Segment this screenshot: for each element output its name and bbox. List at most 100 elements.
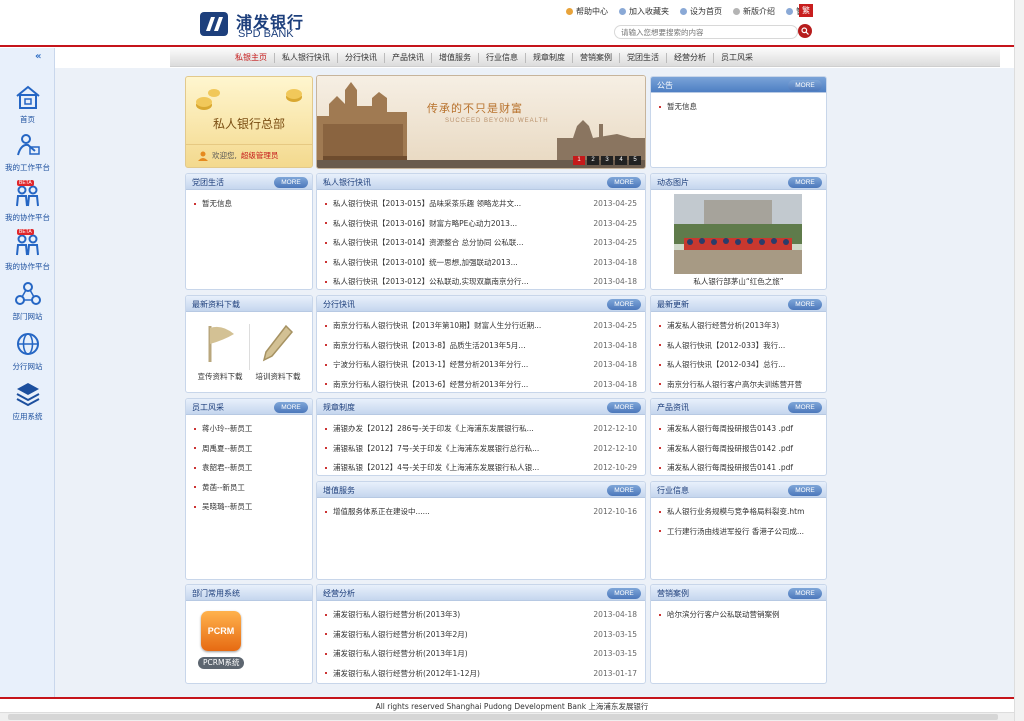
list-item[interactable]: 哈尔滨分行客户公私联动营销案例: [659, 605, 818, 625]
download-promo-label[interactable]: 宣传资料下载: [196, 371, 244, 382]
more-button[interactable]: MORE: [607, 485, 641, 496]
group-photo-image[interactable]: [674, 194, 802, 274]
list-item[interactable]: 周禹夏--新员工: [194, 439, 304, 459]
list-item-text[interactable]: 南京分行私人银行快讯【2013-6】经营分析2013年分行...: [333, 379, 585, 390]
list-item[interactable]: 私人银行快讯【2012-034】总行...: [659, 355, 818, 375]
carousel-page-button[interactable]: 1: [573, 156, 585, 165]
list-item[interactable]: 南京分行私人银行快讯【2013年第10期】财富人生分行近期... 2013-04-…: [325, 316, 637, 336]
list-item-text[interactable]: 周禹夏--新员工: [202, 443, 304, 454]
more-button[interactable]: MORE: [607, 177, 641, 188]
list-item[interactable]: 浦发银行私人银行经营分析(2013年3) 2013-04-18: [325, 605, 637, 625]
sidebar-item-branch-sites[interactable]: 分行网站: [0, 331, 55, 372]
list-item-text[interactable]: 黄菡--新员工: [202, 482, 304, 493]
banner-carousel[interactable]: 传承的不只是财富 SUCCEED BEYOND WEALTH 12345: [316, 75, 646, 169]
sidebar-item-home[interactable]: 首页: [0, 84, 55, 125]
list-item[interactable]: 蒋小玲--新员工: [194, 419, 304, 439]
nav-item[interactable]: 增值服务: [432, 52, 478, 63]
nav-item[interactable]: 分行快讯: [338, 52, 384, 63]
nav-item[interactable]: 规章制度: [526, 52, 572, 63]
horizontal-scrollbar[interactable]: [0, 712, 1014, 721]
list-item-text[interactable]: 吴晓璐--新员工: [202, 501, 304, 512]
list-item-text[interactable]: 私人银行快讯【2013-014】资源整合 总分协同 公私联...: [333, 237, 585, 248]
carousel-page-button[interactable]: 4: [615, 156, 627, 165]
welcome-username[interactable]: 超级管理员: [241, 150, 279, 161]
more-button[interactable]: MORE: [788, 588, 822, 599]
list-item[interactable]: 私人银行快讯【2013-014】资源整合 总分协同 公私联... 2013-04-…: [325, 233, 637, 253]
list-item[interactable]: 袁韶君--新员工: [194, 458, 304, 478]
nav-item[interactable]: 党团生活: [620, 52, 666, 63]
sidebar-item-collab-2[interactable]: BETA 我的协作平台: [0, 229, 55, 272]
more-button[interactable]: MORE: [788, 402, 822, 413]
list-item-text[interactable]: 浦银办发【2012】286号-关于印发《上海浦东发展银行私...: [333, 423, 585, 434]
list-item-text[interactable]: 蒋小玲--新员工: [202, 423, 304, 434]
list-item[interactable]: 浦发私人银行每周投研报告0142 .pdf: [659, 439, 818, 459]
more-button[interactable]: MORE: [607, 299, 641, 310]
sidebar-item-workspace[interactable]: 我的工作平台: [0, 132, 55, 173]
more-button[interactable]: MORE: [274, 402, 308, 413]
list-item-text[interactable]: 工行建行汤由线进军投行 香港子公司成...: [667, 526, 818, 537]
nav-item[interactable]: 营销案例: [573, 52, 619, 63]
favorites-link[interactable]: 加入收藏夹: [619, 6, 669, 17]
list-item[interactable]: 私人银行快讯【2013-016】财富方略PE心动力2013... 2013-04-…: [325, 214, 637, 234]
list-item-text[interactable]: 南京分行私人银行客户高尔夫训练营开营: [667, 379, 818, 390]
list-item[interactable]: 增值服务体系正在建设中...... 2012-10-16: [325, 502, 637, 522]
list-item[interactable]: 私人银行业务规模与竞争格局料裂变.htm: [659, 502, 818, 522]
list-item[interactable]: 浦发私人银行经营分析(2013年3): [659, 316, 818, 336]
nav-item[interactable]: 行业信息: [479, 52, 525, 63]
help-link[interactable]: 帮助中心: [566, 6, 608, 17]
traditional-chinese-toggle[interactable]: 繁: [799, 4, 813, 17]
download-training[interactable]: 培训资料下载: [250, 322, 306, 382]
list-item-text[interactable]: 私人银行快讯【2012-034】总行...: [667, 359, 818, 370]
list-item-text[interactable]: 浦发私人银行每周投研报告0143 .pdf: [667, 423, 818, 434]
list-item-text[interactable]: 浦发银行私人银行经营分析(2013年3): [333, 609, 585, 620]
carousel-page-button[interactable]: 5: [629, 156, 641, 165]
more-button[interactable]: MORE: [788, 485, 822, 496]
list-item-text[interactable]: 袁韶君--新员工: [202, 462, 304, 473]
list-item-text[interactable]: 浦银私银【2012】4号-关于印发《上海浦东发展银行私人银...: [333, 462, 585, 473]
carousel-page-button[interactable]: 2: [587, 156, 599, 165]
list-item-text[interactable]: 私人银行快讯【2013-010】统一思想,加强联动2013...: [333, 257, 585, 268]
search-button[interactable]: [798, 24, 812, 38]
nav-item[interactable]: 经营分析: [667, 52, 713, 63]
list-item[interactable]: 私人银行快讯【2013-012】公私联动,实现双赢南京分行... 2013-04-…: [325, 272, 637, 289]
list-item-text[interactable]: 宁波分行私人银行快讯【2013-1】经营分析2013年分行...: [333, 359, 585, 370]
nav-item[interactable]: 私银主页: [228, 52, 274, 63]
list-item[interactable]: 私人银行快讯【2012-033】我行...: [659, 336, 818, 356]
list-item-text[interactable]: 私人银行快讯【2013-012】公私联动,实现双赢南京分行...: [333, 276, 585, 287]
list-item[interactable]: 浦发私人银行每周投研报告0141 .pdf: [659, 458, 818, 475]
vertical-scrollbar[interactable]: [1014, 0, 1024, 721]
list-item[interactable]: 浦发银行私人银行经营分析(2013年1月) 2013-03-15: [325, 644, 637, 664]
collapse-sidebar-icon[interactable]: «: [35, 51, 41, 62]
list-item[interactable]: 浦发银行私人银行经营分析(2013年2月) 2013-03-15: [325, 625, 637, 645]
list-item[interactable]: 吴晓璐--新员工: [194, 497, 304, 517]
bank-logo[interactable]: 浦发银行 SPD BANK: [198, 9, 308, 41]
list-item-text[interactable]: 南京分行私人银行快讯【2013-8】品质生活2013年5月...: [333, 340, 585, 351]
list-item-text[interactable]: 南京分行私人银行快讯【2013年第10期】财富人生分行近期...: [333, 320, 585, 331]
set-homepage-link[interactable]: 设为首页: [680, 6, 722, 17]
list-item-text[interactable]: 浦发私人银行每周投研报告0142 .pdf: [667, 443, 818, 454]
list-item[interactable]: 私人银行快讯【2013-015】品味采茶乐趣 领略龙井文... 2013-04-2…: [325, 194, 637, 214]
list-item[interactable]: 浦银私银【2012】7号-关于印发《上海浦东发展银行总行私... 2012-12-…: [325, 439, 637, 459]
list-item[interactable]: 浦银私银【2012】4号-关于印发《上海浦东发展银行私人银... 2012-10-…: [325, 458, 637, 475]
list-item-text[interactable]: 浦发银行私人银行经营分析(2012年1-12月): [333, 668, 585, 679]
list-item-text[interactable]: 浦发银行私人银行经营分析(2013年2月): [333, 629, 585, 640]
carousel-page-button[interactable]: 3: [601, 156, 613, 165]
nav-item[interactable]: 私人银行快讯: [275, 52, 337, 63]
list-item[interactable]: 浦发私人银行每周投研报告0143 .pdf: [659, 419, 818, 439]
list-item-text[interactable]: 浦发私人银行经营分析(2013年3): [667, 320, 818, 331]
list-item[interactable]: 南京分行私人银行快讯【2013-8】品质生活2013年5月... 2013-04-…: [325, 336, 637, 356]
more-button[interactable]: MORE: [788, 80, 822, 91]
list-item-text[interactable]: 私人银行快讯【2013-016】财富方略PE心动力2013...: [333, 218, 585, 229]
more-button[interactable]: MORE: [607, 402, 641, 413]
list-item-text[interactable]: 私人银行业务规模与竞争格局料裂变.htm: [667, 506, 818, 517]
list-item-text[interactable]: 私人银行快讯【2012-033】我行...: [667, 340, 818, 351]
download-training-label[interactable]: 培训资料下载: [250, 371, 306, 382]
list-item[interactable]: 浦发银行私人银行经营分析(2012年1-12月) 2013-01-17: [325, 664, 637, 684]
sidebar-item-applications[interactable]: 应用系统: [0, 381, 55, 422]
download-promo[interactable]: 宣传资料下载: [196, 322, 244, 382]
sidebar-item-collab-1[interactable]: BETA 我的协作平台: [0, 180, 55, 223]
more-button[interactable]: MORE: [274, 177, 308, 188]
list-item-text[interactable]: 浦银私银【2012】7号-关于印发《上海浦东发展银行总行私...: [333, 443, 585, 454]
scrollbar-thumb[interactable]: [8, 714, 998, 720]
list-item[interactable]: 南京分行私人银行客户高尔夫训练营开营: [659, 375, 818, 393]
